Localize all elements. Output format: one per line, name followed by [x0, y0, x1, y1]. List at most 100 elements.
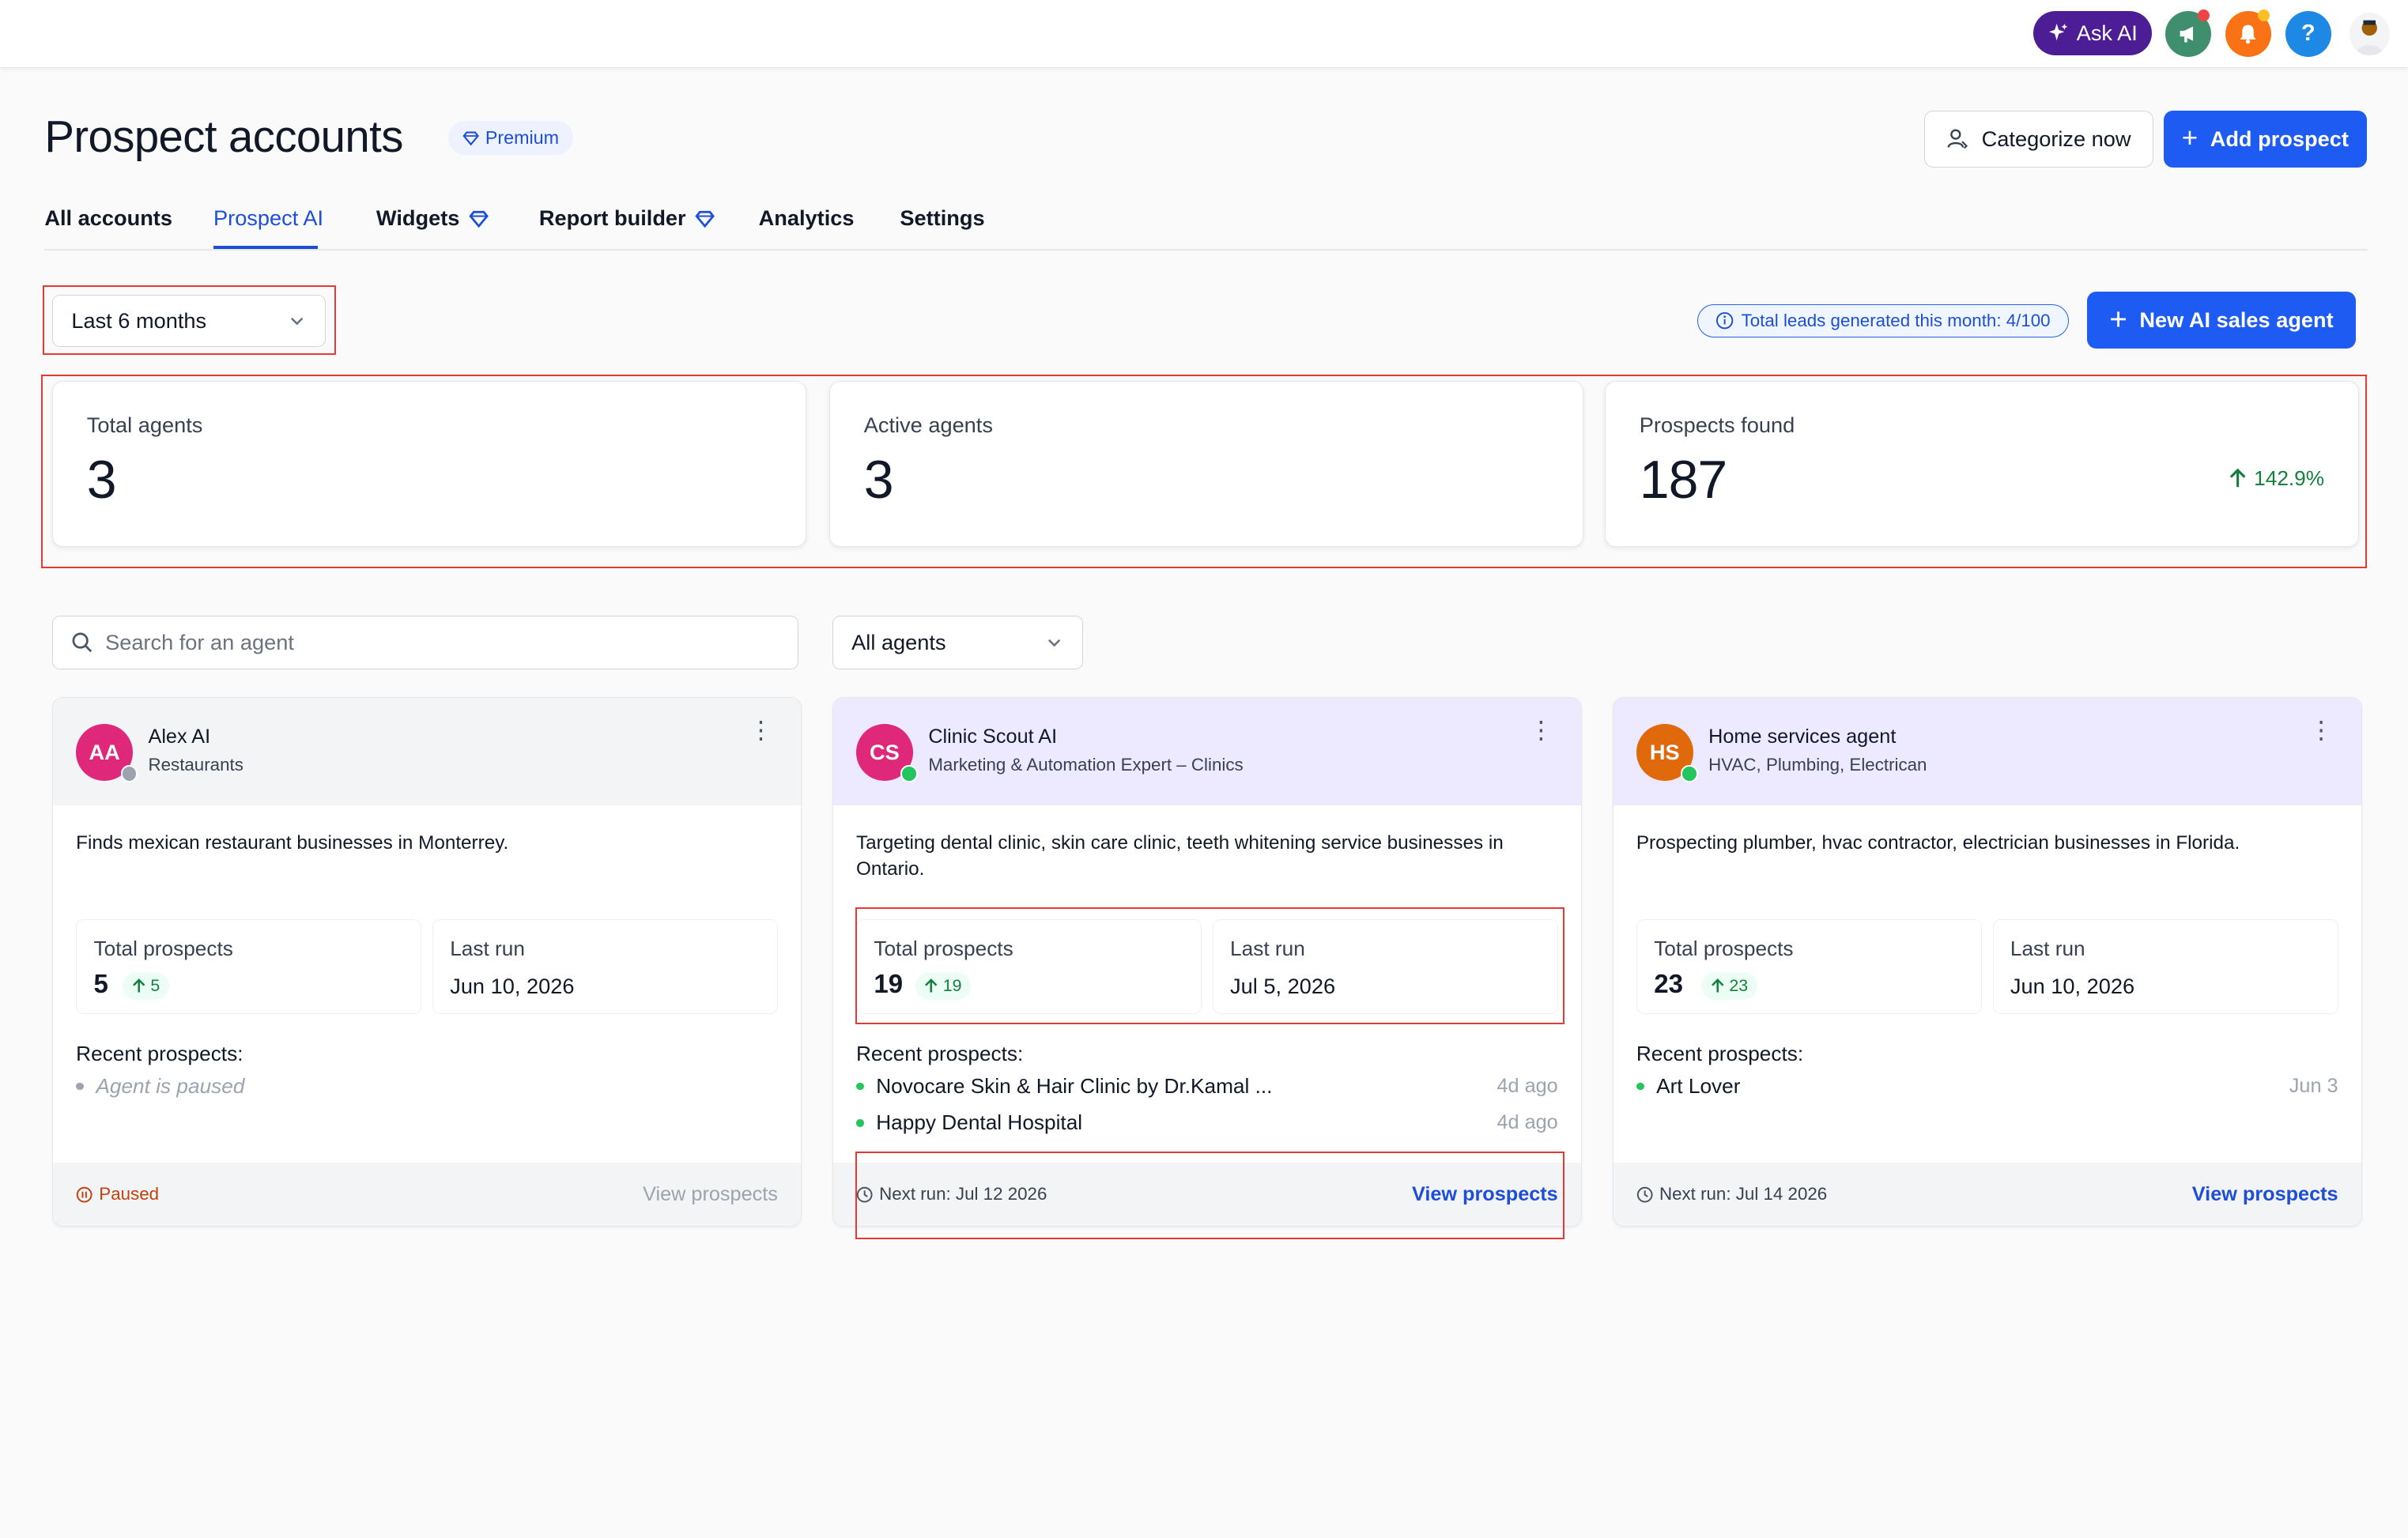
recent-item: Agent is paused	[76, 1074, 778, 1099]
agent-card-header: HS Home services agent HVAC, Plumbing, E…	[1613, 697, 2361, 805]
stat-change: 142.9%	[2228, 466, 2324, 491]
chevron-down-icon	[288, 311, 306, 330]
more-options-icon[interactable]: ⋮	[2309, 718, 2334, 742]
search-placeholder: Search for an agent	[105, 629, 294, 654]
metric-label: Total prospects	[1654, 937, 1794, 961]
megaphone-icon	[2177, 22, 2200, 45]
recent-prospects-label: Recent prospects:	[856, 1042, 1024, 1066]
add-prospect-button[interactable]: + Add prospect	[2164, 110, 2367, 168]
agent-description: Finds mexican restaurant businesses in M…	[76, 832, 509, 854]
tab-prospect-ai[interactable]: Prospect AI	[213, 205, 323, 231]
stat-card-active-agents: Active agents 3	[829, 380, 1583, 547]
tab-widgets[interactable]: Widgets	[376, 205, 489, 231]
bullet	[1636, 1082, 1644, 1091]
new-agent-label: New AI sales agent	[2139, 307, 2334, 333]
bell-icon	[2236, 22, 2259, 45]
prospect-time: 4d ago	[1497, 1111, 1558, 1134]
tab-report-builder-label: Report builder	[538, 205, 686, 231]
new-ai-sales-agent-button[interactable]: + New AI sales agent	[2086, 292, 2356, 349]
metric-value: 23	[1654, 968, 1683, 998]
diamond-icon	[462, 130, 479, 146]
footer-text: Paused	[99, 1184, 160, 1204]
metric-label: Last run	[450, 937, 525, 961]
stat-label: Active agents	[863, 412, 993, 437]
more-options-icon[interactable]: ⋮	[1529, 718, 1553, 742]
agent-card-footer: Next run: Jul 14 2026 View prospects	[1613, 1163, 2361, 1227]
stat-value: 187	[1639, 450, 1727, 511]
sparkles-icon	[2048, 22, 2069, 43]
agent-description: Prospecting plumber, hvac contractor, el…	[1636, 832, 2240, 854]
tab-analytics[interactable]: Analytics	[759, 205, 855, 231]
diamond-icon	[469, 209, 489, 228]
recent-prospects-label: Recent prospects:	[76, 1042, 243, 1066]
footer-text: Next run: Jul 14 2026	[1659, 1184, 1828, 1204]
leads-info-badge: Total leads generated this month: 4/100	[1697, 303, 2069, 338]
agent-subtitle: HVAC, Plumbing, Electrican	[1708, 754, 1927, 775]
leads-info-text: Total leads generated this month: 4/100	[1741, 310, 2051, 330]
plus-icon: +	[2181, 123, 2199, 154]
status-dot-active	[1681, 765, 1698, 782]
view-prospects-link[interactable]: View prospects	[643, 1183, 778, 1206]
prospect-time: Jun 3	[2289, 1074, 2338, 1097]
tab-report-builder[interactable]: Report builder	[539, 205, 715, 231]
tabs-divider	[44, 248, 2368, 251]
last-run-box: Last run Jun 10, 2026	[1992, 918, 2338, 1015]
announcements-button[interactable]	[2165, 9, 2212, 57]
agent-type-value: All agents	[851, 629, 946, 654]
tab-settings[interactable]: Settings	[900, 205, 984, 231]
page-title: Prospect accounts	[44, 111, 403, 161]
prospect-name: Art Lover	[1656, 1073, 1741, 1098]
status-dot-paused	[120, 765, 138, 782]
tab-all-accounts[interactable]: All accounts	[44, 205, 172, 231]
agent-type-select[interactable]: All agents	[832, 615, 1083, 669]
metric-label: Last run	[2010, 937, 2085, 961]
recent-prospect-item[interactable]: Novocare Skin & Hair Clinic by Dr.Kamal …	[856, 1074, 1558, 1099]
recent-prospect-item[interactable]: Art Lover Jun 3	[1636, 1074, 2338, 1099]
prospect-time: 4d ago	[1497, 1074, 1558, 1097]
ask-ai-label: Ask AI	[2076, 20, 2138, 45]
arrow-up-icon	[1711, 978, 1724, 993]
change-badge: 23	[1701, 971, 1757, 1000]
categorize-now-button[interactable]: Categorize now	[1924, 110, 2153, 168]
stat-card-total-agents: Total agents 3	[52, 380, 806, 547]
bullet	[76, 1082, 84, 1091]
metric-value: 5	[93, 968, 108, 998]
premium-label: Premium	[485, 127, 560, 149]
tab-widgets-label: Widgets	[376, 205, 460, 231]
arrow-up-icon	[132, 978, 145, 993]
agent-search[interactable]: Search for an agent	[52, 615, 799, 669]
notifications-button[interactable]	[2225, 9, 2272, 57]
plus-icon: +	[2109, 302, 2127, 337]
notification-dot	[2257, 9, 2270, 22]
user-avatar[interactable]	[2349, 12, 2390, 55]
categorize-label: Categorize now	[1981, 126, 2131, 151]
next-run: Next run: Jul 14 2026	[1636, 1184, 1827, 1204]
add-prospect-label: Add prospect	[2210, 126, 2349, 151]
agent-name: Alex AI	[148, 725, 211, 748]
agent-card-alex-ai[interactable]: AA Alex AI Restaurants ⋮ Finds mexican r…	[52, 696, 802, 1227]
view-prospects-link[interactable]: View prospects	[2192, 1183, 2338, 1206]
agent-description: Targeting dental clinic, skin care clini…	[856, 832, 1504, 880]
bullet	[856, 1119, 864, 1127]
user-tag-icon	[1946, 127, 1969, 150]
stat-card-prospects-found: Prospects found 187 142.9%	[1605, 380, 2359, 547]
help-button[interactable]: ?	[2285, 10, 2331, 57]
agent-subtitle: Marketing & Automation Expert – Clinics	[928, 754, 1244, 775]
paused-message: Agent is paused	[96, 1073, 245, 1098]
ask-ai-button[interactable]: Ask AI	[2033, 10, 2152, 55]
recent-prospect-item[interactable]: Happy Dental Hospital 4d ago	[856, 1110, 1558, 1135]
premium-badge: Premium	[448, 121, 573, 156]
agent-card-home-services[interactable]: HS Home services agent HVAC, Plumbing, E…	[1612, 696, 2362, 1227]
agent-card-footer: Paused View prospects	[53, 1163, 802, 1227]
prospect-name: Happy Dental Hospital	[876, 1110, 1083, 1135]
change-value: 5	[150, 975, 160, 995]
top-bar: Ask AI ?	[0, 0, 2408, 69]
stat-value: 3	[863, 450, 894, 511]
period-select[interactable]: Last 6 months	[52, 294, 326, 348]
more-options-icon[interactable]: ⋮	[749, 718, 773, 742]
change-badge: 5	[123, 971, 169, 1000]
total-prospects-box: Total prospects 5 5	[76, 918, 422, 1015]
total-prospects-box: Total prospects 23 23	[1636, 918, 1982, 1015]
arrow-up-icon	[2228, 467, 2248, 488]
metric-value: Jun 10, 2026	[450, 973, 575, 998]
